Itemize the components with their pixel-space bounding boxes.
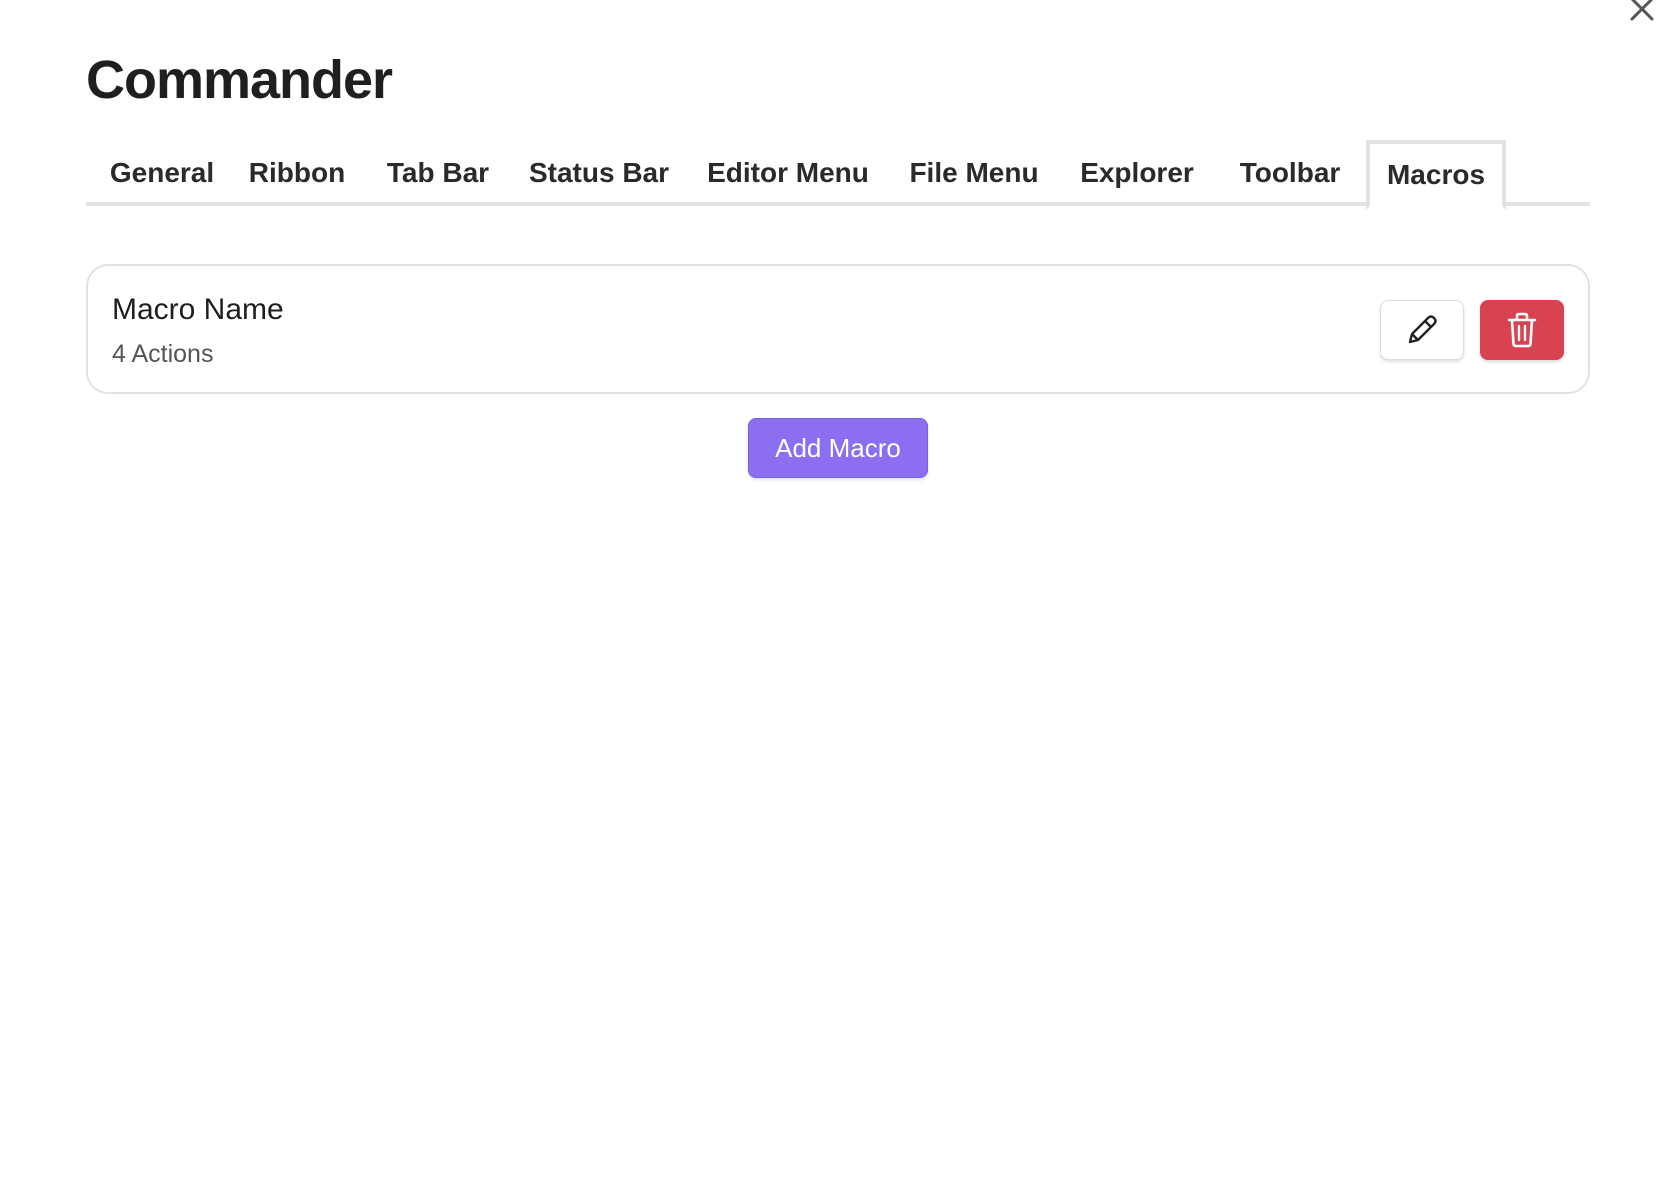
close-button[interactable] (1622, 0, 1662, 26)
pencil-icon (1408, 315, 1437, 344)
tab-editor-menu[interactable]: Editor Menu (700, 140, 876, 206)
tab-explorer[interactable]: Explorer (1072, 140, 1202, 206)
tab-file-menu[interactable]: File Menu (902, 140, 1046, 206)
trash-icon (1507, 312, 1537, 348)
tab-ribbon[interactable]: Ribbon (242, 140, 352, 206)
edit-macro-button[interactable] (1380, 300, 1464, 360)
close-icon (1630, 0, 1654, 21)
tab-tab-bar[interactable]: Tab Bar (378, 140, 498, 206)
macro-action-count: 4 Actions (112, 340, 214, 368)
macro-name: Macro Name (112, 293, 284, 326)
tab-general[interactable]: General (98, 140, 226, 206)
delete-macro-button[interactable] (1480, 300, 1564, 360)
tab-toolbar[interactable]: Toolbar (1228, 140, 1352, 206)
tab-bar: General Ribbon Tab Bar Status Bar Editor… (86, 140, 1590, 210)
tab-status-bar[interactable]: Status Bar (524, 140, 674, 206)
tab-macros[interactable]: Macros (1366, 140, 1506, 210)
page-title: Commander (86, 50, 393, 110)
add-macro-button[interactable]: Add Macro (748, 418, 928, 478)
macro-card: Macro Name 4 Actions (86, 264, 1590, 394)
